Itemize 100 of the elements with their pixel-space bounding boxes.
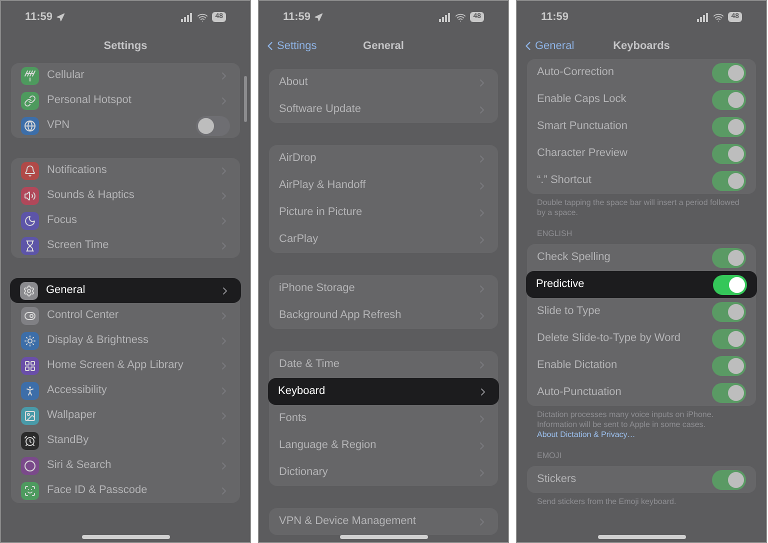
back-button[interactable]: General	[521, 38, 574, 54]
row-label: CarPlay	[279, 232, 320, 248]
settings-row[interactable]: Check Spelling	[527, 244, 756, 271]
row-label: Fonts	[279, 411, 308, 426]
settings-row[interactable]: Personal Hotspot	[11, 88, 240, 113]
toggle-switch[interactable]	[712, 302, 746, 322]
settings-row[interactable]: Cellular	[11, 63, 240, 88]
row-label: Check Spelling	[537, 250, 612, 266]
privacy-link[interactable]: About Dictation & Privacy…	[537, 430, 636, 439]
settings-row[interactable]: Accessibility	[11, 378, 240, 403]
screen-title: Keyboards	[613, 38, 670, 54]
row-label: VPN & Device Management	[279, 514, 417, 530]
settings-row[interactable]: VPN	[11, 113, 240, 138]
wifi-icon	[713, 12, 724, 22]
settings-row[interactable]: Sounds & Haptics	[11, 183, 240, 208]
settings-row[interactable]: Control Center	[11, 303, 240, 328]
settings-row[interactable]: Face ID & Passcode	[11, 478, 240, 503]
toggle-switch[interactable]	[712, 170, 746, 190]
row-label: Screen Time	[47, 238, 110, 254]
signal-icon	[181, 12, 194, 22]
settings-row[interactable]: Auto-Punctuation	[527, 379, 756, 406]
settings-row[interactable]: AirPlay & Handoff	[269, 172, 498, 199]
row-label: Display & Brightness	[47, 333, 150, 348]
settings-row[interactable]: General	[10, 278, 241, 303]
row-label: “.” Shortcut	[537, 173, 592, 188]
settings-row[interactable]: VPN & Device Management	[269, 508, 498, 535]
row-label: Smart Punctuation	[537, 119, 628, 134]
settings-row[interactable]: Auto-Correction	[527, 59, 756, 86]
toggle-switch[interactable]	[712, 90, 746, 110]
settings-row[interactable]: Stickers	[527, 466, 756, 493]
settings-row[interactable]: Date & Time	[269, 351, 498, 378]
toggle-switch[interactable]	[712, 116, 746, 136]
toggle-switch[interactable]	[196, 116, 230, 136]
row-label: VPN	[47, 118, 71, 134]
settings-row[interactable]: CarPlay	[269, 226, 498, 253]
settings-row[interactable]: Screen Time	[11, 233, 240, 258]
settings-row[interactable]: Smart Punctuation	[527, 113, 756, 140]
settings-row[interactable]: Home Screen & App Library	[11, 353, 240, 378]
row-label: Delete Slide-to-Type by Word	[537, 331, 682, 346]
row-label: General	[46, 283, 86, 298]
row-label: About	[279, 75, 309, 90]
status-time: 11:59	[283, 10, 311, 25]
settings-row[interactable]: Siri & Search	[11, 453, 240, 478]
settings-row[interactable]: Character Preview	[527, 140, 756, 167]
settings-row[interactable]: About	[269, 69, 498, 96]
settings-row[interactable]: Background App Refresh	[269, 302, 498, 329]
row-label: Accessibility	[47, 383, 108, 398]
row-label: Background App Refresh	[279, 308, 402, 324]
settings-row[interactable]: Language & Region	[269, 432, 498, 459]
settings-row[interactable]: Notifications	[11, 158, 240, 183]
row-label: Wallpaper	[47, 408, 98, 424]
row-label: Character Preview	[537, 146, 628, 162]
settings-row[interactable]: Picture in Picture	[269, 199, 498, 226]
settings-row[interactable]: Enable Dictation	[527, 352, 756, 379]
row-label: Software Update	[279, 102, 362, 118]
wifi-icon	[197, 12, 208, 22]
settings-row[interactable]: Display & Brightness	[11, 328, 240, 353]
toggle-switch[interactable]	[712, 62, 746, 82]
settings-row[interactable]: Enable Caps Lock	[527, 86, 756, 113]
row-label: AirPlay & Handoff	[279, 178, 367, 194]
row-label: Siri & Search	[47, 458, 112, 474]
settings-row[interactable]: StandBy	[11, 428, 240, 453]
row-label: Personal Hotspot	[47, 93, 132, 108]
row-label: Auto-Correction	[537, 65, 616, 80]
toggle-switch[interactable]	[712, 470, 746, 490]
settings-row[interactable]: AirDrop	[269, 145, 498, 172]
settings-row[interactable]: Slide to Type	[527, 298, 756, 325]
settings-row[interactable]: Keyboard	[268, 378, 499, 405]
settings-row[interactable]: Focus	[11, 208, 240, 233]
settings-row[interactable]: Dictionary	[269, 459, 498, 486]
screen-title: General	[363, 38, 404, 54]
row-label: Enable Dictation	[537, 358, 618, 374]
toggle-switch[interactable]	[712, 356, 746, 376]
settings-row[interactable]: “.” Shortcut	[527, 167, 756, 194]
settings-row[interactable]: Predictive	[526, 271, 757, 298]
status-time: 11:59	[541, 10, 569, 25]
row-label: Notifications	[47, 163, 108, 178]
row-label: Enable Caps Lock	[537, 92, 628, 108]
row-label: Stickers	[537, 472, 578, 488]
toggle-switch[interactable]	[713, 274, 747, 294]
toggle-switch[interactable]	[712, 328, 746, 348]
toggle-switch[interactable]	[712, 382, 746, 402]
status-time: 11:59	[25, 10, 53, 25]
toggle-switch[interactable]	[712, 248, 746, 268]
signal-icon	[439, 12, 452, 22]
back-button[interactable]: Settings	[263, 38, 317, 54]
row-label: Predictive	[536, 277, 586, 292]
settings-row[interactable]: Fonts	[269, 405, 498, 432]
row-label: Home Screen & App Library	[47, 358, 184, 374]
settings-row[interactable]: Wallpaper	[11, 403, 240, 428]
toggle-switch[interactable]	[712, 144, 746, 164]
settings-row[interactable]: Software Update	[269, 96, 498, 123]
row-label: Language & Region	[279, 438, 378, 454]
settings-row[interactable]: iPhone Storage	[269, 275, 498, 302]
settings-row[interactable]: Delete Slide-to-Type by Word	[527, 325, 756, 352]
row-label: Face ID & Passcode	[47, 483, 148, 498]
row-label: Cellular	[47, 68, 86, 84]
row-label: StandBy	[47, 433, 90, 448]
row-label: Focus	[47, 213, 78, 228]
wifi-icon	[455, 12, 466, 22]
